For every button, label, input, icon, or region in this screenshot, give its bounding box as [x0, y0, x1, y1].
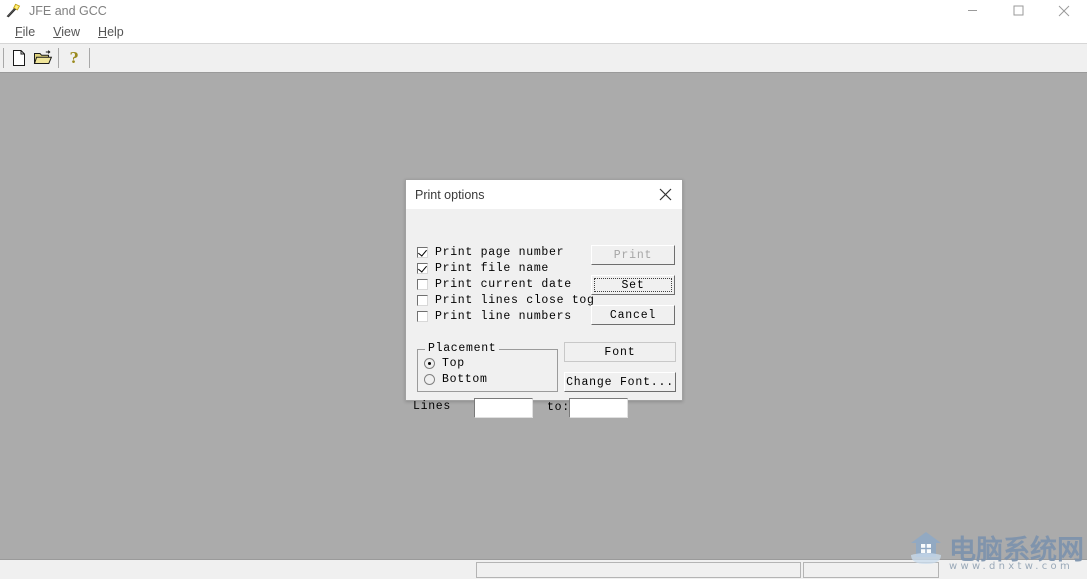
checkbox-print-line-numbers[interactable]	[417, 311, 428, 322]
print-button[interactable]: Print	[591, 245, 675, 265]
lines-label: Lines	[413, 400, 452, 413]
new-file-icon[interactable]	[7, 46, 31, 70]
print-options-checkbox-group: Print page number Print file name Print …	[417, 245, 595, 325]
menubar: File View Help	[0, 21, 1087, 43]
toolbar: ?	[0, 43, 1087, 73]
placement-groupbox: Placement Top Bottom	[417, 342, 558, 392]
change-font-button[interactable]: Change Font...	[564, 372, 676, 392]
checkbox-label-print-current-date: Print current date	[435, 278, 572, 291]
radio-label-top: Top	[442, 357, 465, 370]
menu-item-help[interactable]: Help	[89, 23, 133, 41]
close-button[interactable]	[1041, 0, 1087, 21]
font-display-panel: Font	[564, 342, 676, 362]
dialog-body: Print page number Print file name Print …	[406, 209, 682, 418]
menu-mnemonic-file: F	[15, 25, 23, 39]
checkbox-print-page-number[interactable]	[417, 247, 428, 258]
checkbox-row-print-lines-close-together[interactable]: Print lines close tog	[417, 293, 595, 308]
svg-text:?: ?	[70, 49, 79, 67]
checkbox-label-print-page-number: Print page number	[435, 246, 565, 259]
radio-row-top[interactable]: Top	[424, 357, 465, 370]
status-panel-secondary	[803, 562, 939, 578]
menu-mnemonic-help: H	[98, 25, 108, 39]
minimize-button[interactable]	[949, 0, 995, 21]
maximize-button[interactable]	[995, 0, 1041, 21]
checkbox-label-print-lines-close-together: Print lines close tog	[435, 294, 595, 307]
menu-rest-file: ile	[22, 25, 36, 39]
checkbox-print-current-date[interactable]	[417, 279, 428, 290]
lines-from-input[interactable]	[474, 398, 533, 418]
placement-legend: Placement	[425, 342, 500, 355]
lines-to-label: to:	[547, 401, 570, 414]
checkbox-row-print-file-name[interactable]: Print file name	[417, 261, 595, 276]
menu-item-view[interactable]: View	[44, 23, 89, 41]
statusbar	[0, 559, 1087, 579]
print-options-dialog: Print options Print page number Print fi…	[405, 179, 683, 418]
checkbox-label-print-file-name: Print file name	[435, 262, 550, 275]
checkbox-row-print-page-number[interactable]: Print page number	[417, 245, 595, 260]
checkbox-row-print-current-date[interactable]: Print current date	[417, 277, 595, 292]
cancel-button[interactable]: Cancel	[591, 305, 675, 325]
dialog-title: Print options	[415, 187, 485, 202]
menu-rest-help: elp	[107, 25, 124, 39]
menu-rest-view: iew	[61, 25, 81, 39]
change-font-button-label: Change Font...	[566, 375, 674, 389]
set-button-label: Set	[621, 278, 645, 292]
toolbar-divider-right	[89, 48, 90, 68]
close-icon[interactable]	[648, 180, 682, 209]
checkbox-print-file-name[interactable]	[417, 263, 428, 274]
toolbar-divider-middle	[58, 48, 59, 68]
dialog-titlebar: Print options	[406, 180, 682, 209]
window-titlebar: JFE and GCC	[0, 0, 1087, 21]
checkbox-row-print-line-numbers[interactable]: Print line numbers	[417, 309, 595, 324]
radio-label-bottom: Bottom	[442, 373, 488, 386]
help-question-icon[interactable]: ?	[62, 46, 86, 70]
radio-placement-bottom[interactable]	[424, 374, 435, 385]
checkbox-print-lines-close-together[interactable]	[417, 295, 428, 306]
set-button-focus-ring: Set	[594, 278, 672, 292]
checkbox-label-print-line-numbers: Print line numbers	[435, 310, 572, 323]
window-controls	[949, 0, 1087, 21]
status-panel-primary	[476, 562, 801, 578]
window-title: JFE and GCC	[29, 3, 107, 18]
font-display-label: Font	[604, 345, 636, 359]
print-button-label: Print	[613, 248, 653, 262]
cancel-button-label: Cancel	[609, 308, 657, 322]
torch-icon	[5, 3, 21, 19]
lines-to-input[interactable]	[569, 398, 628, 418]
radio-row-bottom[interactable]: Bottom	[424, 373, 488, 386]
toolbar-divider-left	[3, 48, 4, 68]
open-folder-icon[interactable]	[31, 46, 55, 70]
menu-item-file[interactable]: File	[6, 23, 44, 41]
set-button[interactable]: Set	[591, 275, 675, 295]
radio-placement-top[interactable]	[424, 358, 435, 369]
